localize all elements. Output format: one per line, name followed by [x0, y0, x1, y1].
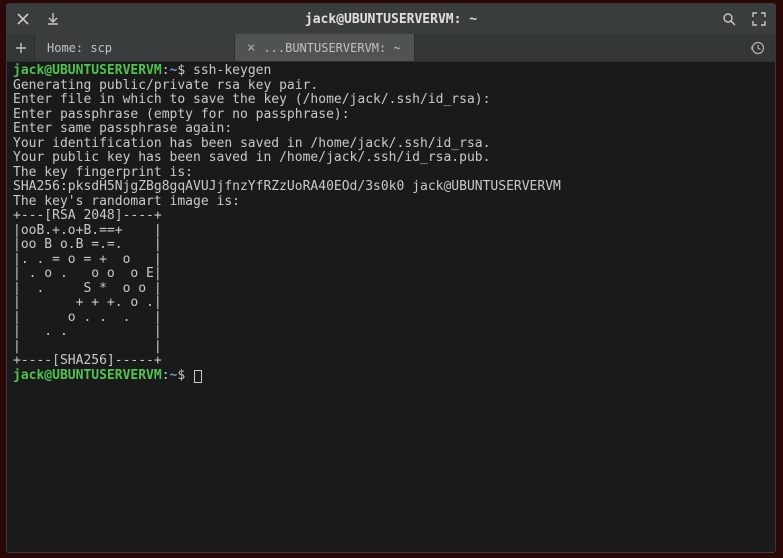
search-icon[interactable]	[721, 11, 737, 27]
randomart-line: | + + +. o .|	[13, 295, 162, 310]
output-line: SHA256:pksdH5NjgZBg8gqAVUJjfnzYfRZzUoRA4…	[13, 179, 561, 194]
randomart-line: |ooB.+.o+B.==+ |	[13, 223, 162, 238]
output-line: Enter passphrase (empty for no passphras…	[13, 107, 350, 122]
tab-bar: Home: scp × ...BUNTUSERVERVM: ~	[7, 34, 775, 62]
output-line: Enter same passphrase again:	[13, 121, 232, 136]
close-tab-icon[interactable]: ×	[247, 40, 255, 56]
randomart-line: | |	[13, 339, 162, 354]
terminal-content[interactable]: jack@UBUNTUSERVERVM:~$ ssh-keygen Genera…	[7, 62, 775, 552]
randomart-line: | . . |	[13, 324, 162, 339]
titlebar: jack@UBUNTUSERVERVM: ~	[7, 4, 775, 34]
cursor	[194, 370, 202, 383]
tab-home-scp[interactable]: Home: scp	[35, 34, 235, 61]
download-icon[interactable]	[45, 11, 61, 27]
titlebar-controls-left	[15, 11, 61, 27]
randomart-line: |oo B o.B =.=. |	[13, 237, 162, 252]
prompt-colon: :	[162, 368, 170, 383]
randomart-line: | . S * o o |	[13, 281, 162, 296]
window-title: jack@UBUNTUSERVERVM: ~	[61, 12, 721, 27]
tab-label: Home: scp	[47, 41, 112, 55]
prompt-user-host: jack@UBUNTUSERVERVM	[13, 63, 162, 78]
prompt-dollar: $	[177, 368, 185, 383]
fullscreen-icon[interactable]	[751, 11, 767, 27]
randomart-line: | . o . o o o E|	[13, 266, 162, 281]
randomart-line: +----[SHA256]-----+	[13, 353, 162, 368]
output-line: Your identification has been saved in /h…	[13, 136, 490, 151]
prompt-colon: :	[162, 63, 170, 78]
output-line: The key fingerprint is:	[13, 165, 193, 180]
randomart-line: |. . = o = + o |	[13, 252, 162, 267]
history-icon[interactable]	[741, 34, 775, 61]
titlebar-controls-right	[721, 11, 767, 27]
output-line: The key's randomart image is:	[13, 194, 240, 209]
randomart-line: | o . . . |	[13, 310, 162, 325]
output-line: Generating public/private rsa key pair.	[13, 78, 318, 93]
new-tab-button[interactable]	[7, 34, 35, 61]
tab-label: ...BUNTUSERVERVM: ~	[263, 41, 400, 55]
command-text: ssh-keygen	[193, 63, 271, 78]
randomart-line: +---[RSA 2048]----+	[13, 208, 162, 223]
prompt-dollar: $	[177, 63, 185, 78]
tab-ubuntuservervm[interactable]: × ...BUNTUSERVERVM: ~	[235, 34, 415, 61]
output-line: Your public key has been saved in /home/…	[13, 150, 490, 165]
prompt-user-host: jack@UBUNTUSERVERVM	[13, 368, 162, 383]
output-line: Enter file in which to save the key (/ho…	[13, 92, 490, 107]
terminal-window: jack@UBUNTUSERVERVM: ~ Home: scp × ...BU…	[6, 3, 776, 553]
close-window-icon[interactable]	[15, 11, 31, 27]
